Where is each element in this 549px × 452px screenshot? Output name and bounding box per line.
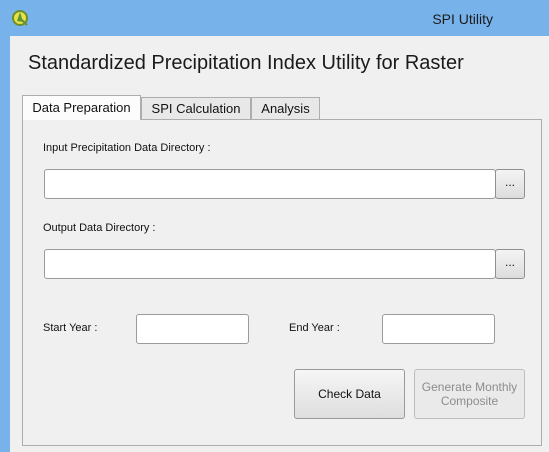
- input-dir-label: Input Precipitation Data Directory :: [43, 142, 211, 154]
- window-title: SPI Utility: [432, 11, 493, 27]
- tab-spi-calculation[interactable]: SPI Calculation: [141, 97, 251, 119]
- output-dir-label: Output Data Directory :: [43, 222, 156, 234]
- app-window: SPI Utility Standardized Precipitation I…: [0, 0, 549, 452]
- start-year-field[interactable]: [136, 314, 249, 344]
- end-year-label: End Year :: [289, 322, 340, 334]
- output-dir-browse-button[interactable]: ...: [495, 249, 525, 279]
- client-area: Standardized Precipitation Index Utility…: [10, 36, 549, 452]
- check-data-button[interactable]: Check Data: [294, 369, 405, 419]
- tab-data-preparation[interactable]: Data Preparation: [22, 95, 141, 120]
- input-dir-field[interactable]: [44, 169, 496, 199]
- data-preparation-panel: Input Precipitation Data Directory : ...…: [22, 119, 542, 446]
- input-dir-browse-button[interactable]: ...: [495, 169, 525, 199]
- generate-monthly-composite-button[interactable]: Generate Monthly Composite: [414, 369, 525, 419]
- start-year-label: Start Year :: [43, 322, 98, 334]
- page-title: Standardized Precipitation Index Utility…: [28, 52, 464, 74]
- output-dir-field[interactable]: [44, 249, 496, 279]
- title-bar[interactable]: SPI Utility: [0, 0, 549, 36]
- tab-analysis[interactable]: Analysis: [251, 97, 320, 119]
- end-year-field[interactable]: [382, 314, 495, 344]
